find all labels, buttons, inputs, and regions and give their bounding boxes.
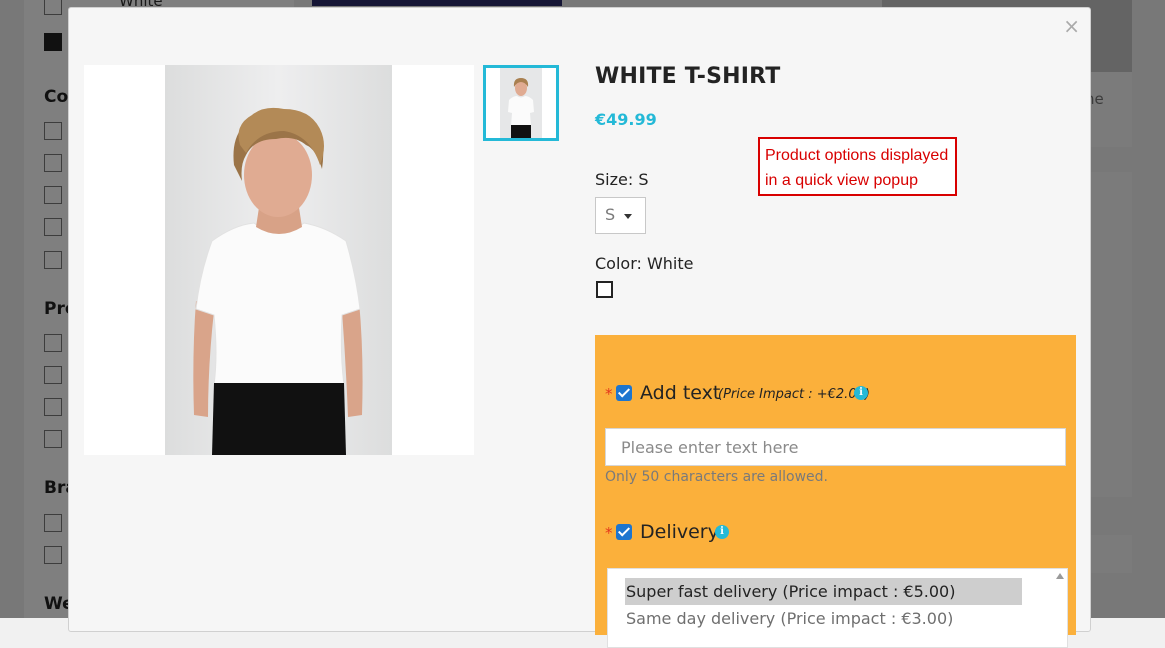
delivery-checkbox[interactable] <box>616 524 632 540</box>
product-main-image <box>84 65 474 455</box>
callout-line: Product options displayed <box>765 147 949 164</box>
product-price: €49.99 <box>595 110 657 129</box>
callout-line: in a quick view popup <box>765 172 918 189</box>
size-select-value: S <box>605 205 616 224</box>
quick-view-modal: × WHITE T-SHIRT €49.99 Product options d… <box>68 7 1091 648</box>
delivery-option[interactable]: Super fast delivery (Price impact : €5.0… <box>625 578 1022 605</box>
required-marker: * <box>605 385 613 403</box>
product-title: WHITE T-SHIRT <box>595 64 781 89</box>
delivery-listbox[interactable]: Super fast delivery (Price impact : €5.0… <box>607 568 1068 648</box>
size-select[interactable]: S <box>595 197 646 234</box>
close-icon[interactable]: × <box>1063 16 1080 36</box>
product-options-panel: * Add text (Price Impact : +€2.00) i Onl… <box>595 335 1076 648</box>
delivery-option[interactable]: Same day delivery (Price impact : €3.00) <box>625 605 953 632</box>
info-icon[interactable]: i <box>715 525 729 539</box>
size-label: Size: S <box>595 170 649 189</box>
annotation-callout: Product options displayed in a quick vie… <box>758 137 957 196</box>
product-photo <box>165 65 392 455</box>
delivery-label: Delivery <box>640 521 719 543</box>
required-marker: * <box>605 524 613 542</box>
color-swatch-white[interactable] <box>596 281 613 298</box>
scroll-up-icon[interactable] <box>1056 573 1064 579</box>
custom-text-input[interactable] <box>605 428 1066 466</box>
caret-down-icon <box>624 214 632 219</box>
add-text-label: Add text <box>640 382 721 404</box>
info-icon[interactable]: i <box>854 386 868 400</box>
color-label: Color: White <box>595 254 694 273</box>
add-text-price-impact: (Price Impact : +€2.00) <box>718 387 870 402</box>
product-thumbnail[interactable] <box>483 65 559 141</box>
character-limit-hint: Only 50 characters are allowed. <box>605 469 828 485</box>
add-text-checkbox[interactable] <box>616 385 632 401</box>
thumbnail-photo <box>500 68 542 138</box>
